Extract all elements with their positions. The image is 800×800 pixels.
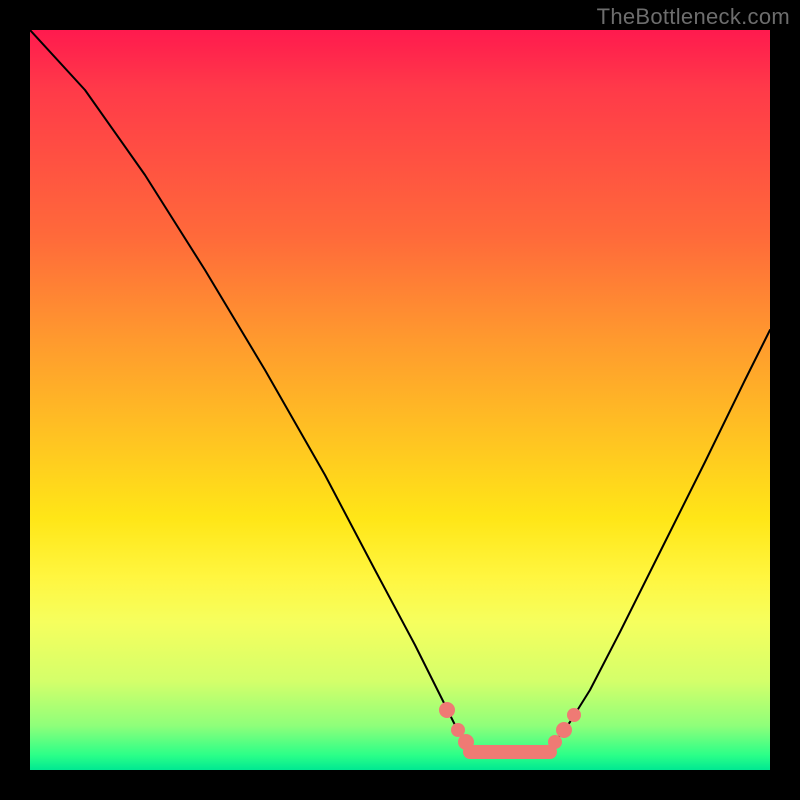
marker-group [439,702,581,750]
chart-frame: TheBottleneck.com [0,0,800,800]
trough-marker-dot [439,702,455,718]
watermark-text: TheBottleneck.com [597,4,790,30]
trough-marker-dot [548,735,562,749]
bottleneck-curve-svg [30,30,770,770]
trough-marker-dot [458,734,474,750]
trough-marker-dot [567,708,581,722]
bottleneck-curve-path [30,30,770,756]
trough-marker-dot [556,722,572,738]
plot-area [30,30,770,770]
